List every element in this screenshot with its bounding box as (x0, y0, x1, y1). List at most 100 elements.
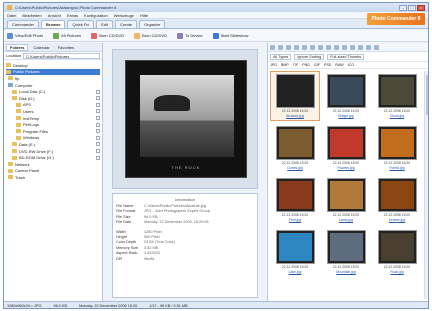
menu-item-datei[interactable]: Datei (7, 13, 16, 18)
scroll-thumb[interactable] (426, 75, 428, 115)
thumbnail-image[interactable] (379, 75, 416, 107)
tab-edit[interactable]: Edit (96, 20, 114, 28)
tree-checkbox[interactable] (96, 102, 100, 107)
tab-organize[interactable]: Organize (139, 20, 166, 28)
refresh-icon[interactable] (294, 44, 299, 50)
thumbnail-item[interactable]: 22.12.2008 15:20 Flowers.jpg (321, 123, 371, 173)
menu-item-hilfe[interactable]: Hilfe (140, 13, 148, 18)
thumbnail-name[interactable]: Lake.jpg (271, 270, 319, 274)
format-check[interactable]: PSD (324, 63, 331, 67)
tree-checkbox[interactable] (96, 122, 100, 127)
tree-node[interactable]: PerfLogs (6, 121, 100, 128)
move-icon[interactable] (342, 44, 347, 50)
rotate-left-icon[interactable] (310, 44, 315, 50)
format-check[interactable]: PNG (302, 63, 310, 67)
tree-node[interactable]: ftp (6, 75, 100, 82)
tree-node[interactable]: Local Disk (C:) (6, 88, 100, 95)
thumbnail-image[interactable] (328, 179, 365, 211)
sort-select[interactable]: Ignore Sorting (294, 53, 325, 60)
forward-icon[interactable] (278, 44, 283, 50)
thumbnail-item[interactable]: 22.12.2008 15:20 Lake.jpg (270, 227, 320, 277)
back-icon[interactable] (270, 44, 275, 50)
tree-node[interactable]: Windows (6, 135, 100, 142)
view-select[interactable]: Full-sized Thumbs (327, 53, 365, 60)
left-tab-calendar[interactable]: Calendar (30, 45, 52, 50)
tree-checkbox[interactable] (96, 149, 100, 154)
maximize-button[interactable]: □ (408, 4, 416, 11)
tree-node[interactable]: APS (6, 102, 100, 109)
thumbnail-name[interactable]: Mountain.jpg (322, 270, 370, 274)
rotate-right-icon[interactable] (318, 44, 323, 50)
toolbar-button-3[interactable]: Burn CD/DVD (134, 32, 167, 39)
thumbnail-image[interactable] (379, 127, 416, 159)
tree-node[interactable]: Desktop (6, 62, 100, 69)
tree-checkbox[interactable] (96, 155, 100, 160)
thumbnail-name[interactable]: Fruit.jpg (271, 218, 319, 222)
menu-item-werkzeuge[interactable]: Werkzeuge (114, 13, 134, 18)
tree-node[interactable]: Disk (D:) (6, 95, 100, 102)
thumbnail-item[interactable]: 22.12.2008 15:20 Dunes.jpg (270, 123, 320, 173)
thumbnail-image[interactable] (328, 231, 365, 263)
tab-create[interactable]: Create (115, 20, 138, 28)
tab-quick-fix[interactable]: Quick Fix (67, 20, 95, 28)
format-check[interactable]: JPG (270, 63, 277, 67)
address-field[interactable]: C:\Users\Public\Pictures (23, 52, 100, 59)
tree-checkbox[interactable] (96, 129, 100, 134)
thumbnail-item[interactable]: 22.12.2008 15:20 Forest.jpg (372, 123, 422, 173)
thumbnail-item[interactable]: 22.12.2008 15:20 Cloud.jpg (372, 71, 422, 121)
close-button[interactable]: × (417, 4, 425, 11)
properties-icon[interactable] (358, 44, 363, 50)
zoom-icon[interactable] (374, 44, 379, 50)
tree-checkbox[interactable] (96, 89, 100, 94)
tree-checkbox[interactable] (96, 109, 100, 114)
thumbnail-item[interactable]: 22.12.2008 15:20 Leaves.jpg (372, 175, 422, 225)
thumbnail-item[interactable]: 22.12.2008 15:20 Rock.jpg (372, 227, 422, 277)
delete-icon[interactable] (326, 44, 331, 50)
thumbnail-item[interactable]: 22.12.2008 15:20 Lamp.jpg (321, 175, 371, 225)
tree-node[interactable]: Trash (6, 174, 100, 181)
tree-node[interactable]: Program Files (6, 128, 100, 135)
toolbar-button-1[interactable]: All Pictures (53, 32, 81, 39)
thumbnail-name[interactable]: Cloud.jpg (373, 114, 421, 118)
tree-node[interactable]: Data (E:) (6, 141, 100, 148)
format-check[interactable]: BMP (281, 63, 289, 67)
copy-icon[interactable] (334, 44, 339, 50)
tab-browse[interactable]: Browse (41, 20, 66, 28)
thumbnail-item[interactable]: 22.12.2008 15:20 Alcatraz.jpg (270, 71, 320, 121)
tree-node[interactable]: BD-ROM Drive (G:) (6, 154, 100, 161)
format-check[interactable]: RAW (335, 63, 343, 67)
tree-node[interactable]: Network (6, 161, 100, 168)
toolbar-button-4[interactable]: To Device (177, 32, 203, 39)
tree-node[interactable]: Users (6, 108, 100, 115)
tree-checkbox[interactable] (96, 96, 100, 101)
rename-icon[interactable] (350, 44, 355, 50)
thumbnail-image[interactable] (379, 179, 416, 211)
minimize-button[interactable]: – (399, 4, 407, 11)
thumbnail-image[interactable] (328, 127, 365, 159)
toolbar-button-2[interactable]: Burn CD/DVD (91, 32, 124, 39)
thumbnail-name[interactable]: Rock.jpg (373, 270, 421, 274)
thumbnail-image[interactable] (379, 231, 416, 263)
tree-checkbox[interactable] (96, 116, 100, 121)
format-check[interactable]: GIF (314, 63, 320, 67)
format-check[interactable]: ICO (348, 63, 354, 67)
thumbnail-image[interactable] (277, 127, 314, 159)
thumbnail-name[interactable]: Dunes.jpg (271, 166, 319, 170)
thumbnail-item[interactable]: 22.12.2008 15:20 Fruit.jpg (270, 175, 320, 225)
tree-node[interactable]: InstTemp (6, 115, 100, 122)
tree-node[interactable]: Computer (6, 82, 100, 89)
thumbnail-name[interactable]: Forest.jpg (373, 166, 421, 170)
tree-checkbox[interactable] (96, 135, 100, 140)
tree-node[interactable]: DVD-RW Drive (F:) (6, 148, 100, 155)
up-icon[interactable] (286, 44, 291, 50)
thumbnail-name[interactable]: Lamp.jpg (322, 218, 370, 222)
thumbnail-name[interactable]: Bridge.jpg (322, 114, 370, 118)
thumbnail-image[interactable] (277, 75, 314, 107)
thumbnail-item[interactable]: 22.12.2008 15:20 Mountain.jpg (321, 227, 371, 277)
thumbnail-name[interactable]: Flowers.jpg (322, 166, 370, 170)
toolbar-button-5[interactable]: Start Slideshow (212, 32, 248, 39)
left-tab-folders[interactable]: Folders (6, 43, 29, 51)
menu-item-konfiguration[interactable]: Konfiguration (84, 13, 108, 18)
thumbnail-name[interactable]: Alcatraz.jpg (271, 114, 319, 118)
thumbnail-item[interactable]: 22.12.2008 15:20 Bridge.jpg (321, 71, 371, 121)
